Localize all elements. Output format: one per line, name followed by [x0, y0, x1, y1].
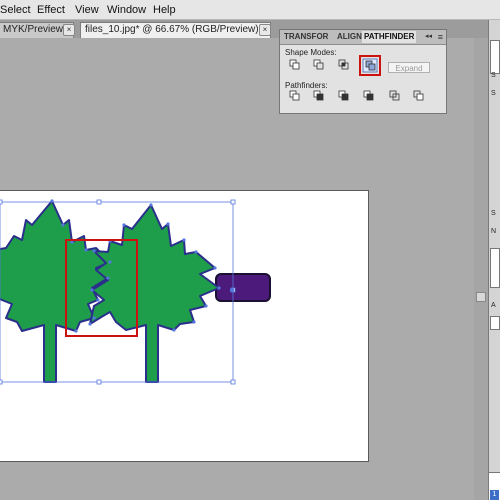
intersect-icon[interactable] [338, 59, 349, 70]
trim-icon[interactable] [313, 90, 324, 101]
outline-icon[interactable] [389, 90, 400, 101]
unite-icon[interactable] [289, 59, 300, 70]
right-panel-dock: S S S N A 1 [488, 20, 500, 500]
expand-button[interactable]: Expand [388, 62, 430, 73]
appearance-field[interactable] [490, 316, 500, 330]
dock-label: S [491, 210, 496, 217]
minus-back-icon[interactable] [413, 90, 424, 101]
color-swatch-panel[interactable] [490, 40, 500, 74]
minus-front-icon[interactable] [313, 59, 324, 70]
vertical-scrollbar-thumb[interactable] [476, 292, 486, 302]
dock-label: S [491, 90, 496, 97]
layer-number[interactable]: 1 [490, 490, 499, 500]
crop-icon[interactable] [363, 90, 374, 101]
pathfinder-buttons [289, 55, 424, 101]
dock-label: S [491, 72, 496, 79]
merge-icon[interactable] [338, 90, 349, 101]
right-gutter [474, 38, 488, 500]
navigator-thumbnail[interactable] [490, 248, 500, 288]
dock-label: N [491, 228, 497, 235]
exclude-icon[interactable] [359, 55, 381, 76]
divide-icon[interactable] [289, 90, 300, 101]
dock-label: A [491, 302, 496, 309]
